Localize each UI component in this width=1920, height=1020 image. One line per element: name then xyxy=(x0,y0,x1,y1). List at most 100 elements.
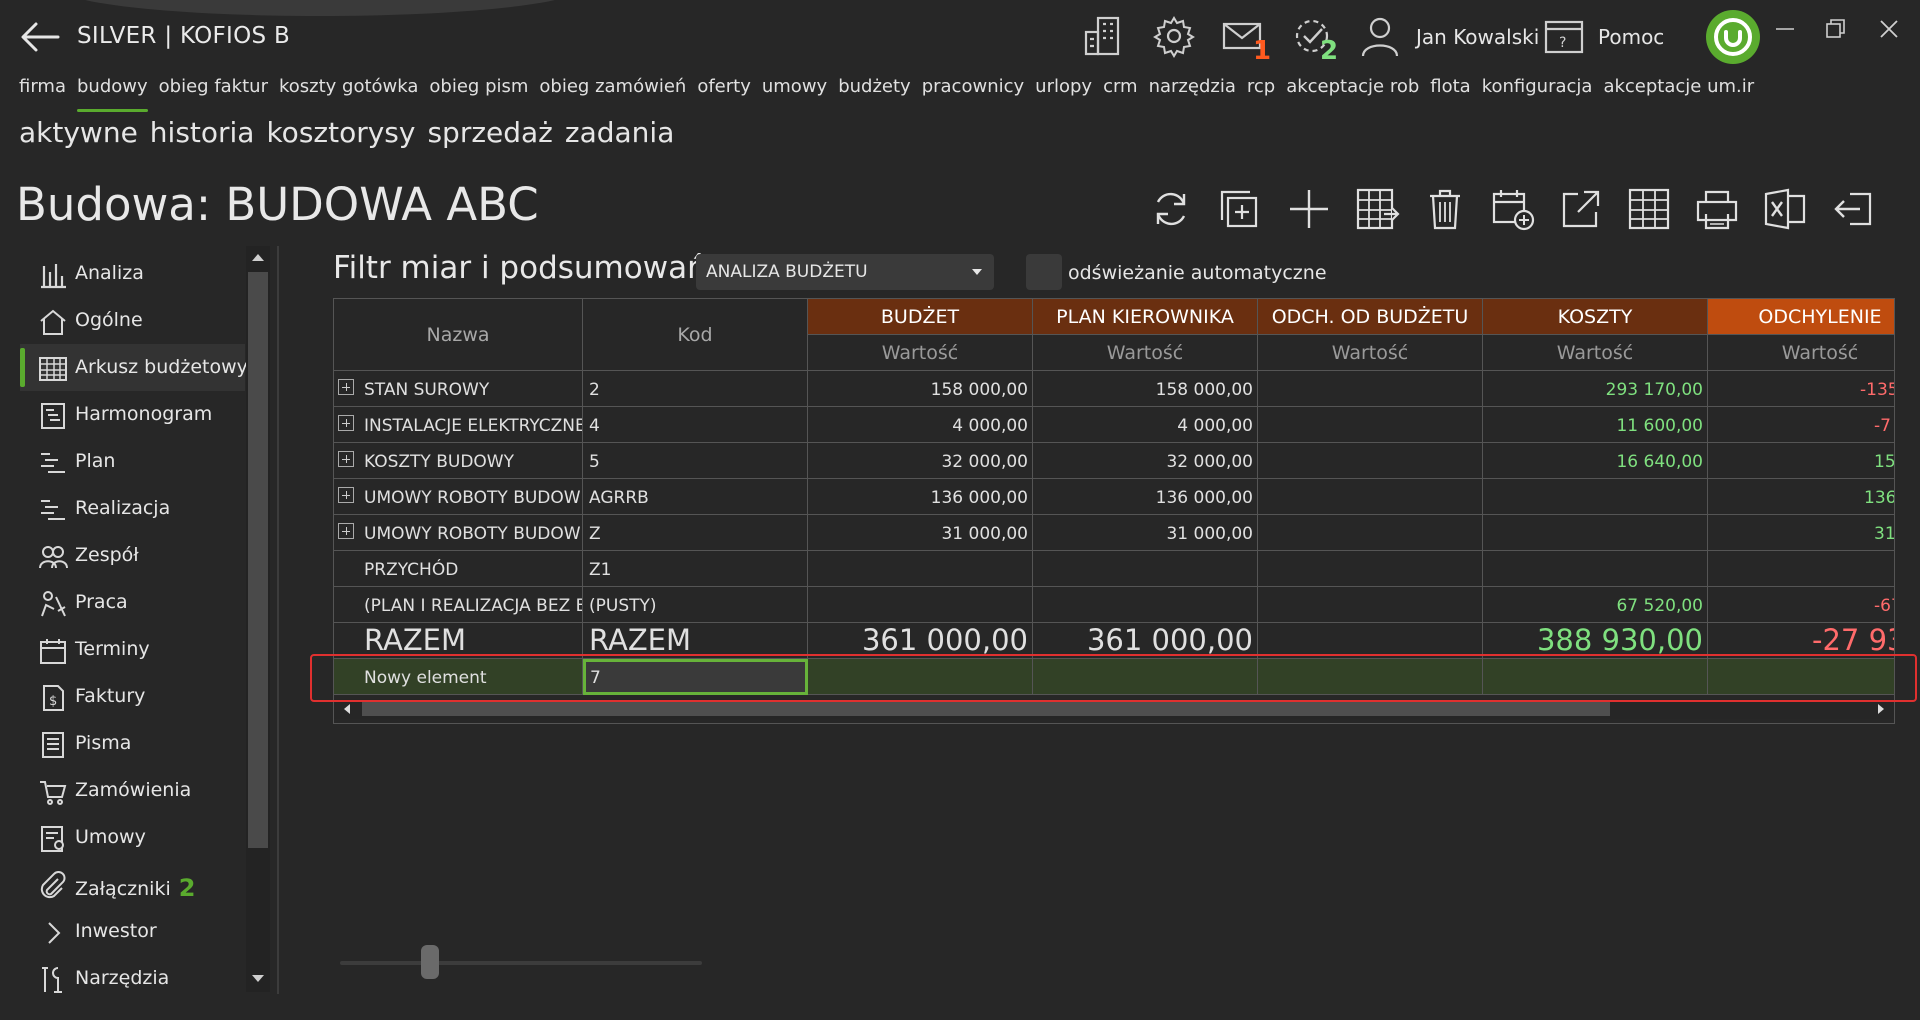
table-cell-koszty[interactable] xyxy=(1483,551,1708,587)
scrollbar-thumb[interactable] xyxy=(248,272,268,848)
sidebar-item-zespol[interactable]: Zespół xyxy=(20,532,245,579)
table-row-name[interactable]: PRZYCHÓD xyxy=(334,551,583,587)
buildings-icon[interactable] xyxy=(1082,14,1126,58)
table-row-name[interactable]: UMOWY ROBOTY BUDOWL xyxy=(334,479,583,515)
table-cell-odch[interactable] xyxy=(1258,443,1483,479)
new-row-cell[interactable] xyxy=(1483,659,1708,695)
table-row-code[interactable]: Z1 xyxy=(583,551,808,587)
refresh-icon[interactable] xyxy=(1148,186,1194,232)
nav-rcp[interactable]: rcp xyxy=(1247,76,1275,106)
user-name[interactable]: Jan Kowalski xyxy=(1416,25,1539,49)
table-row-name[interactable]: STAN SUROWY xyxy=(334,371,583,407)
table-cell-odchylenie[interactable]: 15 36 xyxy=(1708,443,1894,479)
nav-budowy[interactable]: budowy xyxy=(77,76,148,112)
zoom-slider-track[interactable] xyxy=(340,961,702,965)
nav-firma[interactable]: firma xyxy=(19,76,66,106)
subnav-historia[interactable]: historia xyxy=(150,116,255,149)
sidebar-item-umowy[interactable]: Umowy xyxy=(20,814,245,861)
table-cell-odch[interactable] xyxy=(1258,551,1483,587)
expand-plus-icon[interactable] xyxy=(338,523,354,539)
nav-obieg-faktur[interactable]: obieg faktur xyxy=(159,76,268,106)
sidebar-item-praca[interactable]: Praca xyxy=(20,579,245,626)
table-cell-budzet[interactable]: 31 000,00 xyxy=(808,515,1033,551)
table-cell-plan[interactable] xyxy=(1033,587,1258,623)
table-cell-odchylenie[interactable]: -7 60 xyxy=(1708,407,1894,443)
new-row-cell[interactable] xyxy=(1033,659,1258,695)
table-cell-budzet[interactable] xyxy=(808,587,1033,623)
table-row-code[interactable]: 5 xyxy=(583,443,808,479)
help-window-icon[interactable]: ? xyxy=(1542,14,1586,58)
subnav-kosztorysy[interactable]: kosztorysy xyxy=(266,116,415,149)
exit-return-icon[interactable] xyxy=(1830,186,1876,232)
scroll-down-arrow-icon[interactable] xyxy=(252,975,264,982)
copy-add-icon[interactable] xyxy=(1216,186,1262,232)
add-icon[interactable] xyxy=(1286,186,1332,232)
scrollbar-thumb[interactable] xyxy=(362,702,1610,716)
nav-obieg-zamowien[interactable]: obieg zamówień xyxy=(539,76,686,106)
sidebar-item-harmonogram[interactable]: Harmonogram xyxy=(20,391,245,438)
auto-refresh-checkbox[interactable] xyxy=(1026,254,1062,290)
scroll-up-arrow-icon[interactable] xyxy=(252,254,264,261)
sidebar-item-arkusz-budzetowy[interactable]: Arkusz budżetowy xyxy=(20,344,248,391)
table-cell-budzet[interactable]: 4 000,00 xyxy=(808,407,1033,443)
grid-layout-icon[interactable] xyxy=(1626,186,1672,232)
sidebar-item-terminy[interactable]: Terminy xyxy=(20,626,245,673)
column-header-odchylenie[interactable]: ODCHYLENIE xyxy=(1708,299,1894,335)
sidebar-item-faktury[interactable]: $ Faktury xyxy=(20,673,245,720)
sidebar-item-zalaczniki[interactable]: Załączniki 2 xyxy=(20,861,245,908)
back-arrow-icon[interactable] xyxy=(18,18,62,56)
table-row-code[interactable]: Z xyxy=(583,515,808,551)
expand-plus-icon[interactable] xyxy=(338,487,354,503)
excel-export-icon[interactable] xyxy=(1762,186,1808,232)
gear-icon[interactable] xyxy=(1152,14,1196,58)
nav-urlopy[interactable]: urlopy xyxy=(1035,76,1092,106)
sidebar-item-inwestor[interactable]: Inwestor xyxy=(20,908,245,955)
nav-akceptacje-um-ir[interactable]: akceptacje um.ir xyxy=(1603,76,1754,106)
table-row-code[interactable]: (PUSTY) xyxy=(583,587,808,623)
subnav-aktywne[interactable]: aktywne xyxy=(19,116,138,149)
table-cell-odchylenie[interactable] xyxy=(1708,551,1894,587)
table-cell-odchylenie[interactable]: -67 52 xyxy=(1708,587,1894,623)
new-row-cell[interactable] xyxy=(808,659,1033,695)
expand-plus-icon[interactable] xyxy=(338,451,354,467)
open-external-icon[interactable] xyxy=(1558,186,1604,232)
subnav-sprzedaz[interactable]: sprzedaż xyxy=(427,116,552,149)
column-header-name[interactable]: Nazwa xyxy=(334,299,583,371)
table-cell-odchylenie[interactable]: -135 17 xyxy=(1708,371,1894,407)
table-cell-koszty[interactable]: 16 640,00 xyxy=(1483,443,1708,479)
scroll-left-arrow-icon[interactable] xyxy=(344,704,350,714)
zoom-slider-thumb[interactable] xyxy=(421,945,439,979)
column-header-budzet[interactable]: BUDŻET xyxy=(808,299,1033,335)
table-row-code[interactable]: 2 xyxy=(583,371,808,407)
nav-akceptacje-rob[interactable]: akceptacje rob xyxy=(1286,76,1419,106)
table-cell-odch[interactable] xyxy=(1258,479,1483,515)
column-header-odch-od-budzetu[interactable]: ODCH. OD BUDŻETU xyxy=(1258,299,1483,335)
user-avatar-icon[interactable] xyxy=(1358,14,1402,58)
table-row-name[interactable]: UMOWY ROBOTY BUDOWL xyxy=(334,515,583,551)
table-cell-budzet[interactable]: 158 000,00 xyxy=(808,371,1033,407)
table-cell-koszty[interactable] xyxy=(1483,479,1708,515)
sidebar-item-zamowienia[interactable]: Zamówienia xyxy=(20,767,245,814)
sidebar-item-ogolne[interactable]: Ogólne xyxy=(20,297,245,344)
table-cell-plan[interactable]: 136 000,00 xyxy=(1033,479,1258,515)
nav-budzety[interactable]: budżety xyxy=(838,76,911,106)
sidebar-item-analiza[interactable]: Analiza xyxy=(20,250,245,297)
table-cell-plan[interactable]: 4 000,00 xyxy=(1033,407,1258,443)
table-row-code[interactable]: 4 xyxy=(583,407,808,443)
nav-crm[interactable]: crm xyxy=(1103,76,1138,106)
table-cell-budzet[interactable]: 32 000,00 xyxy=(808,443,1033,479)
table-cell-odch[interactable] xyxy=(1258,587,1483,623)
table-row-name[interactable]: KOSZTY BUDOWY xyxy=(334,443,583,479)
subnav-zadania[interactable]: zadania xyxy=(565,116,674,149)
help-link[interactable]: Pomoc xyxy=(1598,25,1664,49)
table-cell-budzet[interactable]: 136 000,00 xyxy=(808,479,1033,515)
scroll-right-arrow-icon[interactable] xyxy=(1878,704,1884,714)
table-cell-plan[interactable] xyxy=(1033,551,1258,587)
move-columns-icon[interactable] xyxy=(1354,186,1400,232)
sidebar-item-pisma[interactable]: Pisma xyxy=(20,720,245,767)
column-header-plan-kierownika[interactable]: PLAN KIEROWNIKA xyxy=(1033,299,1258,335)
minimize-window-icon[interactable] xyxy=(1770,14,1800,44)
nav-konfiguracja[interactable]: konfiguracja xyxy=(1482,76,1593,106)
table-cell-odch[interactable] xyxy=(1258,407,1483,443)
print-icon[interactable] xyxy=(1694,186,1740,232)
